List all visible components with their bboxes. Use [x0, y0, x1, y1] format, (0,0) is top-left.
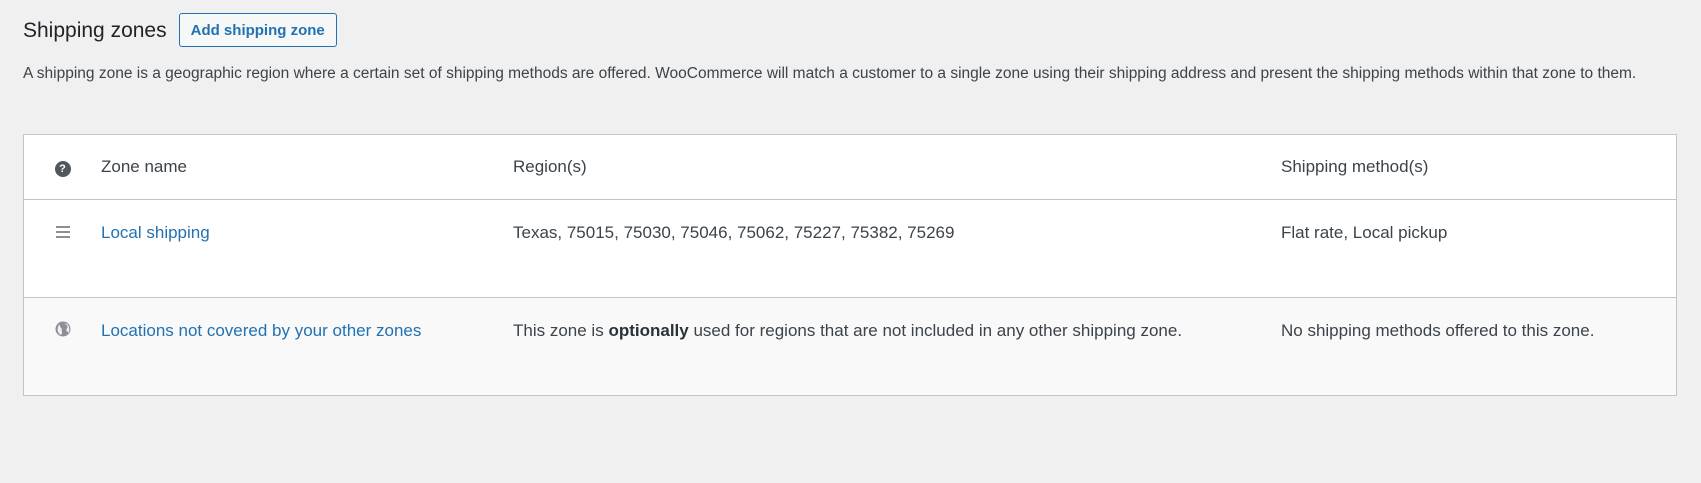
column-header-regions: Region(s) [513, 157, 587, 176]
help-icon[interactable]: ? [54, 161, 71, 177]
page-title: Shipping zones [23, 19, 167, 42]
table-row-rest-of-world: Locations not covered by your other zone… [24, 297, 1676, 395]
rest-of-world-shipping-methods: No shipping methods offered to this zone… [1281, 321, 1595, 340]
shipping-zones-page: Shipping zones Add shipping zone [0, 0, 1701, 50]
zone-name-link[interactable]: Local shipping [101, 223, 210, 242]
add-shipping-zone-button[interactable]: Add shipping zone [178, 13, 337, 47]
rest-of-world-zone-link[interactable]: Locations not covered by your other zone… [101, 321, 421, 340]
zone-regions: Texas, 75015, 75030, 75046, 75062, 75227… [513, 223, 955, 242]
rest-of-world-regions: This zone is optionally used for regions… [513, 321, 1183, 340]
drag-handle-icon[interactable] [55, 226, 70, 238]
zone-shipping-methods: Flat rate, Local pickup [1281, 223, 1448, 242]
table-row: Local shipping Texas, 75015, 75030, 7504… [24, 199, 1676, 297]
column-header-zone-name: Zone name [101, 157, 187, 176]
globe-icon [55, 321, 70, 337]
shipping-zones-table: ? Zone name Region(s) Shipping method(s)… [23, 134, 1677, 396]
page-description: A shipping zone is a geographic region w… [23, 65, 1637, 82]
table-header-row: ? Zone name Region(s) Shipping method(s) [24, 135, 1676, 199]
page-header: Shipping zones Add shipping zone [23, 10, 1678, 50]
column-header-shipping-methods: Shipping method(s) [1281, 157, 1429, 176]
